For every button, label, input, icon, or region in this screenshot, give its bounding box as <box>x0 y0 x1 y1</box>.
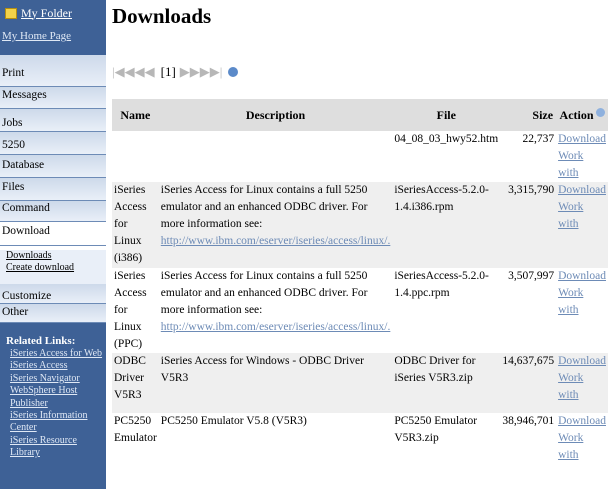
row-name <box>112 131 159 182</box>
prev-many-icon[interactable]: ◀◀ <box>125 64 145 80</box>
row-description <box>159 131 393 182</box>
work-with-link-cont[interactable]: with <box>558 218 578 230</box>
main-content: Downloads |◀ ◀◀ ◀ [1] ▶ ▶▶ ▶| Name Descr… <box>112 0 608 489</box>
last-page-icon[interactable]: ▶| <box>210 64 223 80</box>
row-description: PC5250 Emulator V5.8 (V5R3) <box>160 415 307 427</box>
download-link[interactable]: Download <box>558 415 606 427</box>
related-link[interactable]: Publisher <box>6 398 106 410</box>
row-size: 14,637,675 <box>500 353 557 413</box>
nav-files[interactable]: Files <box>0 178 106 201</box>
download-link[interactable]: Download <box>558 355 606 367</box>
related-link[interactable]: iSeries Resource Library <box>6 435 106 460</box>
row-name: PC5250 Emulator <box>114 415 157 444</box>
row-size: 38,946,701 <box>502 415 555 427</box>
refresh-icon[interactable] <box>228 67 239 77</box>
work-with-link[interactable]: Work <box>558 150 583 162</box>
info-url-link[interactable]: http://www.ibm.com/eserver/iseries/acces… <box>161 321 391 333</box>
nav-customize[interactable]: Customize <box>0 284 106 304</box>
row-actions: Download Work with <box>556 413 608 473</box>
my-home-page-link[interactable]: My Home Page <box>0 26 106 55</box>
related-link[interactable]: WebSphere Host <box>6 385 106 397</box>
subnav-downloads[interactable]: Downloads <box>6 250 106 262</box>
pager: |◀ ◀◀ ◀ [1] ▶ ▶▶ ▶| <box>112 64 239 80</box>
action-header-label: Action <box>559 107 594 122</box>
table-header-row: Name Description File Size Action <box>112 99 608 131</box>
page-number[interactable]: [1] <box>161 64 176 80</box>
row-name: ODBC Driver V5R3 <box>112 353 159 413</box>
col-header-size[interactable]: Size <box>500 99 557 131</box>
my-folder-label: My Folder <box>21 5 72 20</box>
row-actions: Download Work with <box>556 268 608 353</box>
work-with-link[interactable]: Work <box>558 432 583 444</box>
download-link[interactable]: Download <box>558 270 606 282</box>
nav-5250[interactable]: 5250 <box>0 132 106 155</box>
table-row: 04_08_03_hwy52.htm 22,737 Download Work … <box>112 131 608 182</box>
row-size: 22,737 <box>522 133 555 145</box>
work-with-link-cont[interactable]: with <box>558 167 578 179</box>
help-icon[interactable] <box>595 107 605 117</box>
home-page-label: My Home Page <box>2 30 72 42</box>
row-file: iSeriesAccess-5.2.0-1.4.i386.rpm <box>392 182 501 268</box>
work-with-link[interactable]: Work <box>558 372 583 384</box>
row-description: iSeries Access for Windows - ODBC Driver… <box>158 353 393 413</box>
col-header-file[interactable]: File <box>392 99 501 131</box>
subnav-create-download[interactable]: Create download <box>6 262 106 274</box>
col-header-action: Action <box>556 99 608 131</box>
table-row: ODBC Driver V5R3 iSeries Access for Wind… <box>112 353 608 413</box>
related-link[interactable]: iSeries Access for Web <box>6 348 106 360</box>
related-link[interactable]: iSeries Access <box>6 360 106 372</box>
row-description: iSeries Access for Linux contains a full… <box>159 268 393 353</box>
col-header-name[interactable]: Name <box>112 99 159 131</box>
prev-page-icon[interactable]: ◀ <box>145 64 155 80</box>
work-with-link[interactable]: Work <box>558 287 583 299</box>
nav-print[interactable]: Print <box>0 55 106 87</box>
download-link[interactable]: Download <box>558 184 606 196</box>
nav-command[interactable]: Command <box>0 201 106 222</box>
row-actions: Download Work with <box>556 353 608 413</box>
next-many-icon[interactable]: ▶▶ <box>190 64 210 80</box>
row-description: iSeries Access for Linux contains a full… <box>158 182 393 268</box>
nav-messages[interactable]: Messages <box>0 87 106 109</box>
folder-icon <box>5 7 17 19</box>
page-title: Downloads <box>112 4 212 28</box>
row-size: 3,315,790 <box>500 182 557 268</box>
row-name: iSeries Access for Linux (PPC) <box>114 270 147 350</box>
row-file: 04_08_03_hwy52.htm <box>394 133 499 145</box>
my-folder-link[interactable]: My Folder <box>0 0 106 26</box>
row-actions: Download Work with <box>556 131 608 182</box>
table-row: iSeries Access for Linux (i386) iSeries … <box>112 182 608 268</box>
work-with-link[interactable]: Work <box>558 201 583 213</box>
download-subnav: Downloads Create download <box>0 250 106 284</box>
row-size: 3,507,997 <box>508 270 555 282</box>
next-page-icon[interactable]: ▶ <box>180 64 190 80</box>
row-file: iSeriesAccess-5.2.0-1.4.ppc.rpm <box>394 270 489 299</box>
nav-jobs[interactable]: Jobs <box>0 109 106 132</box>
row-file: PC5250 Emulator V5R3.zip <box>394 415 478 444</box>
related-links-header: Related Links: <box>6 335 76 347</box>
nav-download[interactable]: Download <box>0 222 106 246</box>
sidebar: My Folder My Home Page Print Messages Jo… <box>0 0 106 489</box>
related-link[interactable]: iSeries Information <box>6 410 106 422</box>
work-with-link-cont[interactable]: with <box>558 304 578 316</box>
col-header-description[interactable]: Description <box>158 99 393 131</box>
work-with-link-cont[interactable]: with <box>558 389 578 401</box>
row-description-text: iSeries Access for Linux contains a full… <box>160 184 368 230</box>
related-links: Related Links: iSeries Access for Web iS… <box>0 323 106 489</box>
related-link[interactable]: Center <box>6 422 106 434</box>
table-row: iSeries Access for Linux (PPC) iSeries A… <box>112 268 608 353</box>
info-url-link[interactable]: http://www.ibm.com/eserver/iseries/acces… <box>161 235 391 247</box>
nav-database[interactable]: Database <box>0 155 106 178</box>
row-name: iSeries Access for Linux (i386) <box>112 182 159 268</box>
row-actions: Download Work with <box>556 182 608 268</box>
first-page-icon[interactable]: |◀ <box>112 64 125 80</box>
row-description-text: iSeries Access for Linux contains a full… <box>160 270 368 316</box>
table-row: PC5250 Emulator PC5250 Emulator V5.8 (V5… <box>112 413 608 473</box>
row-file: ODBC Driver for iSeries V5R3.zip <box>392 353 501 413</box>
related-link[interactable]: iSeries Navigator <box>6 373 106 385</box>
downloads-table: Name Description File Size Action 04_08_… <box>112 99 608 473</box>
work-with-link-cont[interactable]: with <box>558 449 578 461</box>
nav-other[interactable]: Other <box>0 304 106 323</box>
download-link[interactable]: Download <box>558 133 606 145</box>
